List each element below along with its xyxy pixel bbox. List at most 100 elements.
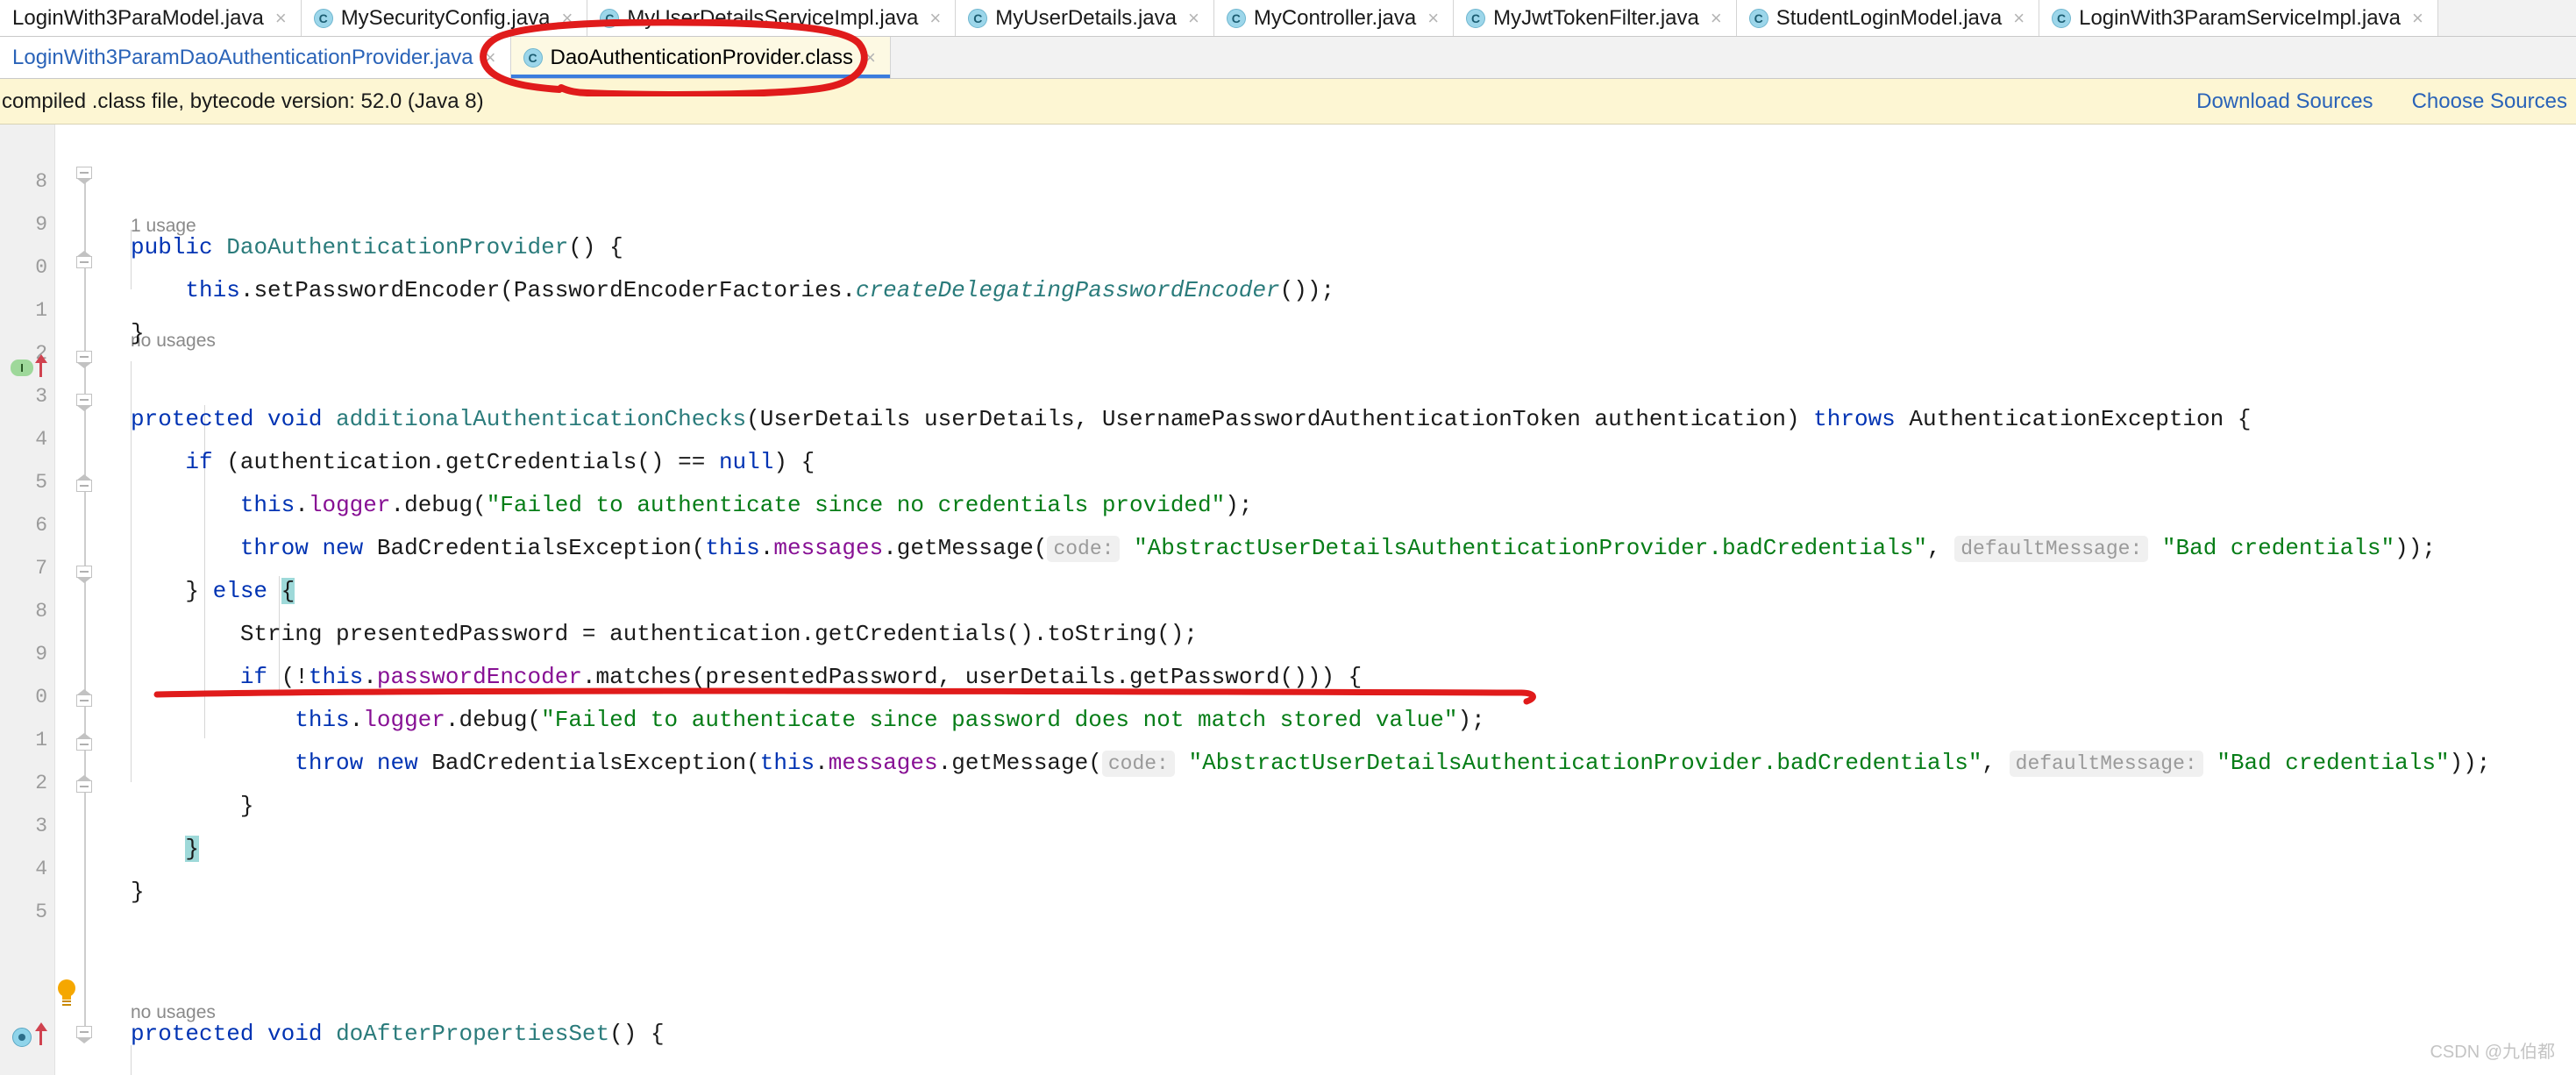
line-number: 1 <box>35 299 47 322</box>
close-icon[interactable]: × <box>1188 8 1199 28</box>
line-number: 1 <box>35 729 47 751</box>
code-editor[interactable]: 8 9 0 1 2 3 4 5 6 7 8 9 0 1 2 3 4 5 I 1 … <box>0 125 2576 1075</box>
line-number: 7 <box>35 557 47 580</box>
code-line-close-method[interactable]: } <box>131 880 145 903</box>
choose-sources-link[interactable]: Choose Sources <box>2412 89 2567 114</box>
java-class-icon <box>2052 8 2072 28</box>
tab-my-user-details-service-impl[interactable]: MyUserDetailsServiceImpl.java × <box>587 0 957 36</box>
fold-marker-collapse-do-after-properties-set[interactable] <box>76 1026 94 1043</box>
java-class-icon <box>313 8 333 28</box>
tab-label: MySecurityConfig.java <box>340 5 551 30</box>
inlay-hint-code: code: <box>1101 751 1175 777</box>
fold-marker-end-constructor[interactable] <box>76 251 94 274</box>
fold-marker-end-if[interactable] <box>76 474 94 497</box>
close-icon[interactable]: × <box>561 8 573 28</box>
fold-marker-collapse-if[interactable] <box>76 394 94 411</box>
intention-bulb-icon[interactable] <box>55 979 78 1006</box>
code-line-additional-authentication-checks-decl[interactable]: protected void additionalAuthenticationC… <box>131 408 2251 431</box>
watermark: CSDN @九伯都 <box>2430 1043 2555 1062</box>
java-class-icon <box>968 8 988 28</box>
line-number: 4 <box>35 858 47 880</box>
matched-brace-highlight: { <box>281 578 295 604</box>
fold-marker-end-else[interactable] <box>76 733 94 756</box>
line-number: 4 <box>35 428 47 451</box>
close-icon[interactable]: × <box>2013 8 2025 28</box>
tab-my-security-config[interactable]: MySecurityConfig.java × <box>301 0 588 36</box>
close-icon[interactable]: × <box>929 8 941 28</box>
editor-tab-bar-row-1[interactable]: LoginWith3ParaModel.java × MySecurityCon… <box>0 0 2576 37</box>
close-icon[interactable]: × <box>2412 8 2423 28</box>
line-number: 5 <box>35 471 47 494</box>
code-line-throw-bad-credentials-2[interactable]: throw new BadCredentialsException(this.m… <box>131 751 2490 777</box>
tab-label: LoginWith3ParamDaoAuthenticationProvider… <box>12 45 473 69</box>
tab-login-with-3-para-model[interactable]: LoginWith3ParaModel.java × <box>0 0 302 36</box>
java-class-icon <box>1226 8 1246 28</box>
override-marker-icon[interactable] <box>12 1028 32 1047</box>
tab-bar-empty-space-2 <box>890 37 2576 78</box>
code-text-area[interactable]: 1 usage no usages no usages public DaoAu… <box>108 125 2576 1075</box>
line-number: 0 <box>35 686 47 708</box>
code-line-if-password-not-matches[interactable]: if (!this.passwordEncoder.matches(presen… <box>131 666 1362 688</box>
banner-message: compiled .class file, bytecode version: … <box>2 89 484 113</box>
close-icon[interactable]: × <box>1427 8 1439 28</box>
fold-marker-collapse-inner-if[interactable] <box>76 566 94 583</box>
line-number: 0 <box>35 256 47 279</box>
decompiled-file-banner: compiled .class file, bytecode version: … <box>0 79 2576 125</box>
code-line-do-after-properties-set-decl[interactable]: protected void doAfterPropertiesSet() { <box>131 1022 665 1045</box>
code-line-debug-password-mismatch[interactable]: this.logger.debug("Failed to authenticat… <box>131 708 1484 731</box>
fold-region-line <box>84 177 86 1032</box>
tab-my-jwt-token-filter[interactable]: MyJwtTokenFilter.java × <box>1454 0 1737 36</box>
tab-student-login-model[interactable]: StudentLoginModel.java × <box>1736 0 2040 36</box>
line-number: 9 <box>35 213 47 236</box>
line-number: 3 <box>35 385 47 408</box>
code-line-else[interactable]: } else { <box>131 578 295 604</box>
usage-hint[interactable]: no usages <box>131 1003 216 1022</box>
tab-label: MyJwtTokenFilter.java <box>1493 5 1699 30</box>
line-number: 2 <box>35 772 47 794</box>
tab-label: MyUserDetailsServiceImpl.java <box>627 5 919 30</box>
tab-bar-empty-space <box>2437 0 2576 36</box>
code-line-throw-bad-credentials-1[interactable]: throw new BadCredentialsException(this.m… <box>131 536 2436 562</box>
banner-actions: Download Sources Choose Sources <box>2196 89 2567 114</box>
inlay-hint-default-message: defaultMessage: <box>2009 751 2203 777</box>
close-icon[interactable]: × <box>1711 8 1722 28</box>
implemented-method-badge[interactable]: I <box>11 360 33 376</box>
tab-login-with-3-param-service-impl[interactable]: LoginWith3ParamServiceImpl.java × <box>2039 0 2438 36</box>
code-line-constructor-decl[interactable]: public DaoAuthenticationProvider() { <box>131 236 623 259</box>
code-line-close-constructor[interactable]: } <box>131 322 145 345</box>
indent-guide <box>131 1045 132 1075</box>
fold-marker-end-inner-if[interactable] <box>76 689 94 712</box>
close-icon[interactable]: × <box>485 47 496 68</box>
close-icon[interactable]: × <box>865 47 876 68</box>
java-class-icon <box>600 8 620 28</box>
code-line-close-else[interactable]: } <box>131 836 200 862</box>
fold-marker-end-method[interactable] <box>76 775 94 798</box>
code-line-if-credentials-null[interactable]: if (authentication.getCredentials() == n… <box>131 451 815 473</box>
code-line-close-inner-if[interactable]: } <box>131 794 254 817</box>
tab-dao-authentication-provider-class[interactable]: DaoAuthenticationProvider.class × <box>510 37 891 78</box>
code-line-presented-password[interactable]: String presentedPassword = authenticatio… <box>131 623 1198 645</box>
code-line-set-password-encoder[interactable]: this.setPasswordEncoder(PasswordEncoderF… <box>131 279 1334 302</box>
fold-marker-collapse-constructor[interactable] <box>76 167 94 184</box>
editor-tab-bar-row-2[interactable]: LoginWith3ParamDaoAuthenticationProvider… <box>0 37 2576 79</box>
java-class-icon <box>523 47 543 68</box>
inlay-hint-code: code: <box>1047 536 1121 562</box>
tab-label: LoginWith3ParaModel.java <box>12 5 264 30</box>
inlay-hint-default-message: defaultMessage: <box>1954 536 2149 562</box>
line-number: 9 <box>35 643 47 666</box>
line-number-gutter[interactable]: 8 9 0 1 2 3 4 5 6 7 8 9 0 1 2 3 4 5 I <box>0 125 55 1075</box>
fold-and-intention-gutter[interactable] <box>55 125 108 1075</box>
download-sources-link[interactable]: Download Sources <box>2196 89 2373 114</box>
tab-label: DaoAuthenticationProvider.class <box>550 45 854 69</box>
usage-hint[interactable]: 1 usage <box>131 217 196 235</box>
fold-marker-collapse-method[interactable] <box>76 351 94 368</box>
tab-login-with-3-param-dao-authentication-provider[interactable]: LoginWith3ParamDaoAuthenticationProvider… <box>0 37 511 78</box>
tab-label: StudentLoginModel.java <box>1775 5 2003 30</box>
line-number: 6 <box>35 514 47 537</box>
code-line-debug-no-credentials[interactable]: this.logger.debug("Failed to authenticat… <box>131 494 1253 516</box>
java-class-icon <box>1748 8 1768 28</box>
tab-my-user-details[interactable]: MyUserDetails.java × <box>956 0 1214 36</box>
tab-my-controller[interactable]: MyController.java × <box>1213 0 1455 36</box>
close-icon[interactable]: × <box>275 8 287 28</box>
matched-brace-highlight: } <box>185 836 200 862</box>
